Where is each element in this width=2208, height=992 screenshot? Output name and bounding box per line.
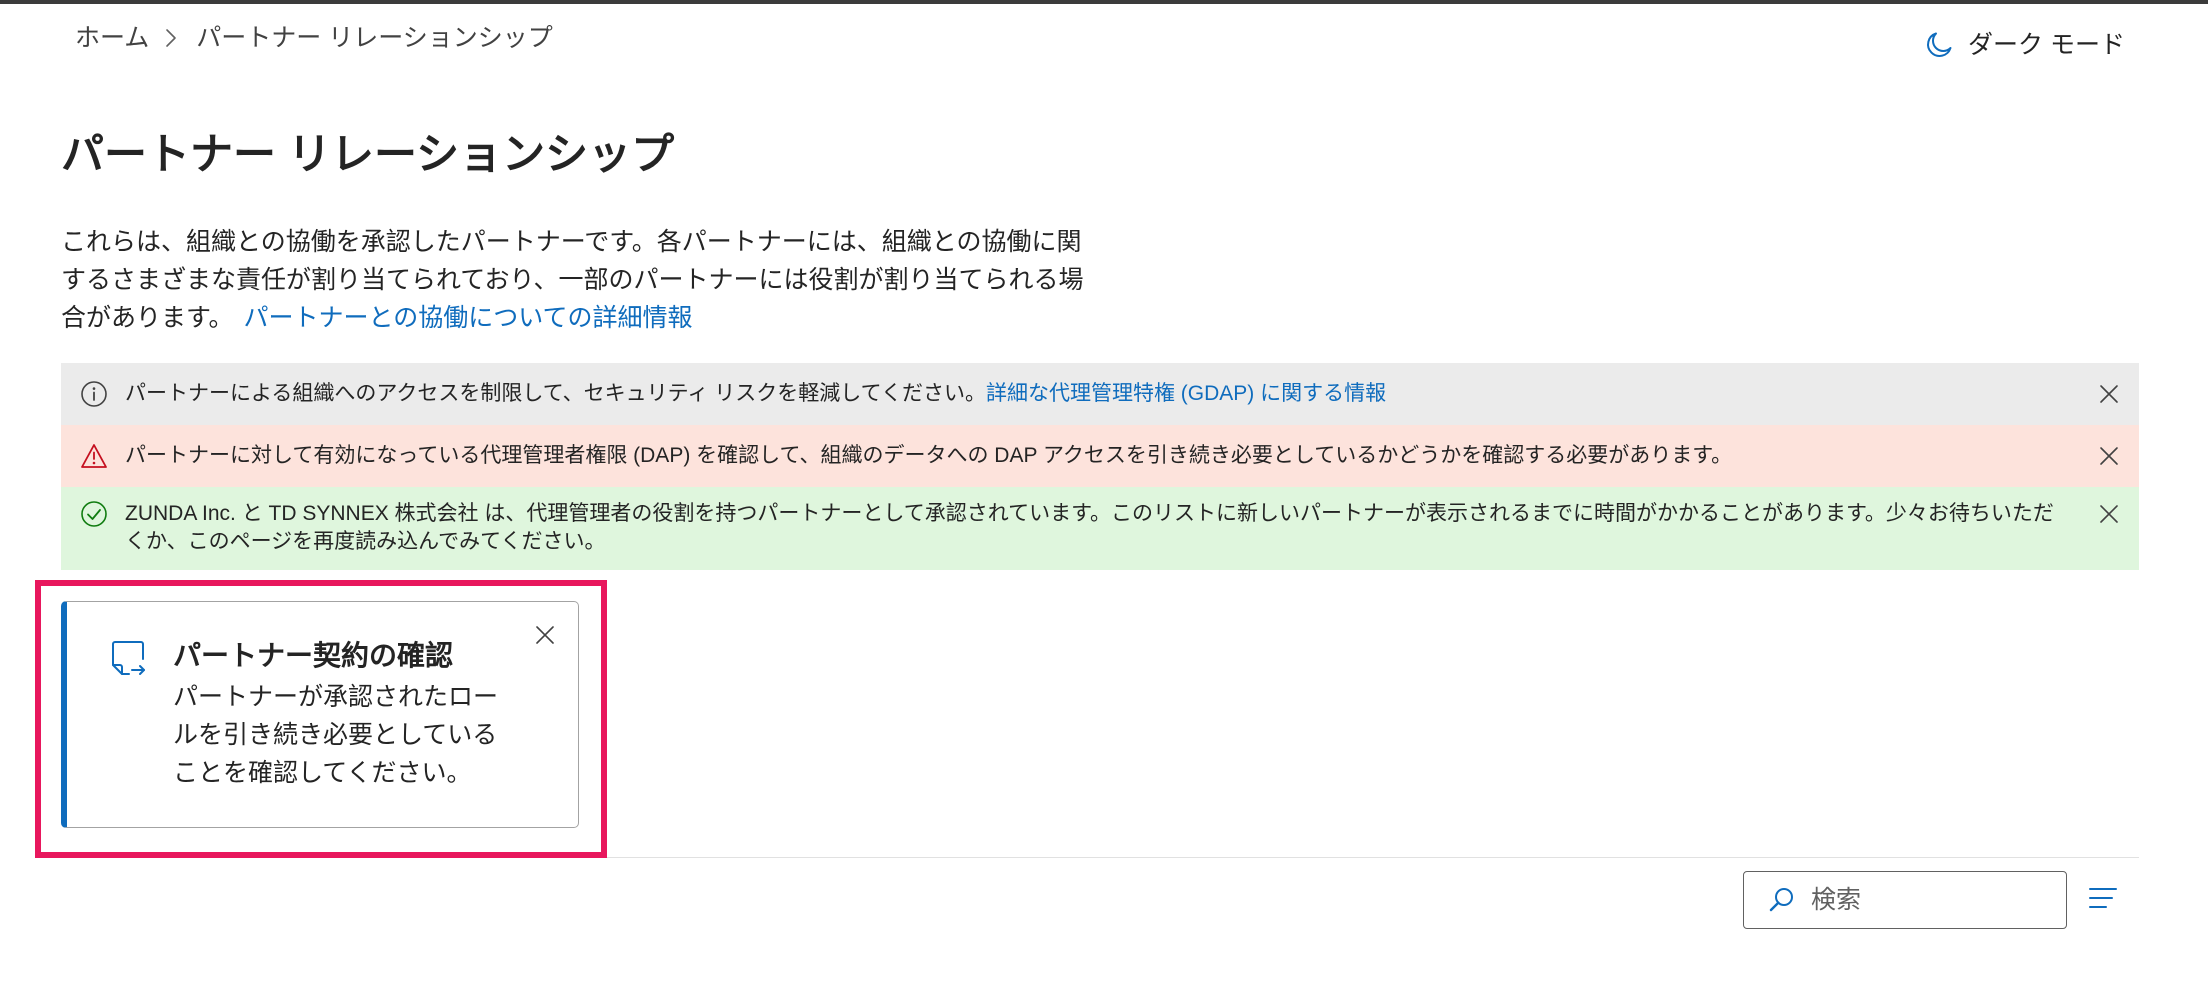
checkmark-circle-icon — [80, 500, 108, 528]
close-icon — [2100, 505, 2118, 523]
close-icon — [536, 626, 554, 644]
warning-message-text: パートナーに対して有効になっている代理管理者権限 (DAP) を確認して、組織の… — [125, 444, 1733, 467]
document-arrow-icon — [108, 638, 149, 679]
success-message-bar: ZUNDA Inc. と TD SYNNEX 株式会社 は、代理管理者の役割を持… — [61, 487, 2139, 570]
message-bars: パートナーによる組織へのアクセスを制限して、セキュリティ リスクを軽減してくださ… — [61, 363, 2139, 570]
dark-mode-toggle[interactable]: ダーク モード — [1924, 27, 2125, 63]
breadcrumb-home-link[interactable]: ホーム — [75, 20, 149, 56]
gdap-info-link[interactable]: 詳細な代理管理特権 (GDAP) に関する情報 — [986, 382, 1386, 405]
info-message-body: パートナーによる組織へのアクセスを制限して、セキュリティ リスクを軽減してくださ… — [125, 382, 986, 405]
card-title: パートナー契約の確認 — [173, 640, 454, 671]
card-body: パートナーが承認されたロールを引き続き必要としていることを確認してください。 — [173, 683, 499, 787]
info-message-text: パートナーによる組織へのアクセスを制限して、セキュリティ リスクを軽減してくださ… — [125, 380, 2068, 408]
dismiss-success-button[interactable] — [2098, 503, 2120, 525]
filter-button[interactable] — [2089, 887, 2117, 909]
partner-review-card[interactable]: パートナー契約の確認 パートナーが承認されたロールを引き続き必要としていることを… — [61, 601, 579, 828]
dismiss-info-button[interactable] — [2098, 383, 2120, 405]
close-icon — [2100, 447, 2118, 465]
warning-icon — [80, 442, 108, 470]
page-description: これらは、組織との協働を承認したパートナーです。各パートナーには、組織との協働に… — [61, 223, 1091, 337]
search-input[interactable] — [1811, 885, 2051, 915]
moon-icon — [1924, 30, 1954, 60]
chevron-right-icon — [161, 28, 181, 48]
breadcrumb: ホーム パートナー リレーションシップ — [75, 20, 553, 56]
warning-message-bar: パートナーに対して有効になっている代理管理者権限 (DAP) を確認して、組織の… — [61, 425, 2139, 487]
info-icon — [80, 380, 108, 408]
dark-mode-label: ダーク モード — [1968, 31, 2125, 59]
search-icon — [1767, 886, 1795, 914]
info-message-bar: パートナーによる組織へのアクセスを制限して、セキュリティ リスクを軽減してくださ… — [61, 363, 2139, 425]
dismiss-warning-button[interactable] — [2098, 445, 2120, 467]
filter-icon — [2089, 888, 2117, 908]
breadcrumb-current-page: パートナー リレーションシップ — [196, 24, 553, 52]
close-icon — [2100, 385, 2118, 403]
section-divider — [61, 857, 2139, 858]
success-message-text: ZUNDA Inc. と TD SYNNEX 株式会社 は、代理管理者の役割を持… — [125, 502, 2054, 553]
dismiss-card-button[interactable] — [534, 624, 556, 646]
page-title: パートナー リレーションシップ — [61, 131, 675, 179]
learn-more-link[interactable]: パートナーとの協働についての詳細情報 — [244, 304, 693, 332]
search-box[interactable] — [1743, 871, 2067, 929]
window-top-edge — [0, 0, 2208, 4]
